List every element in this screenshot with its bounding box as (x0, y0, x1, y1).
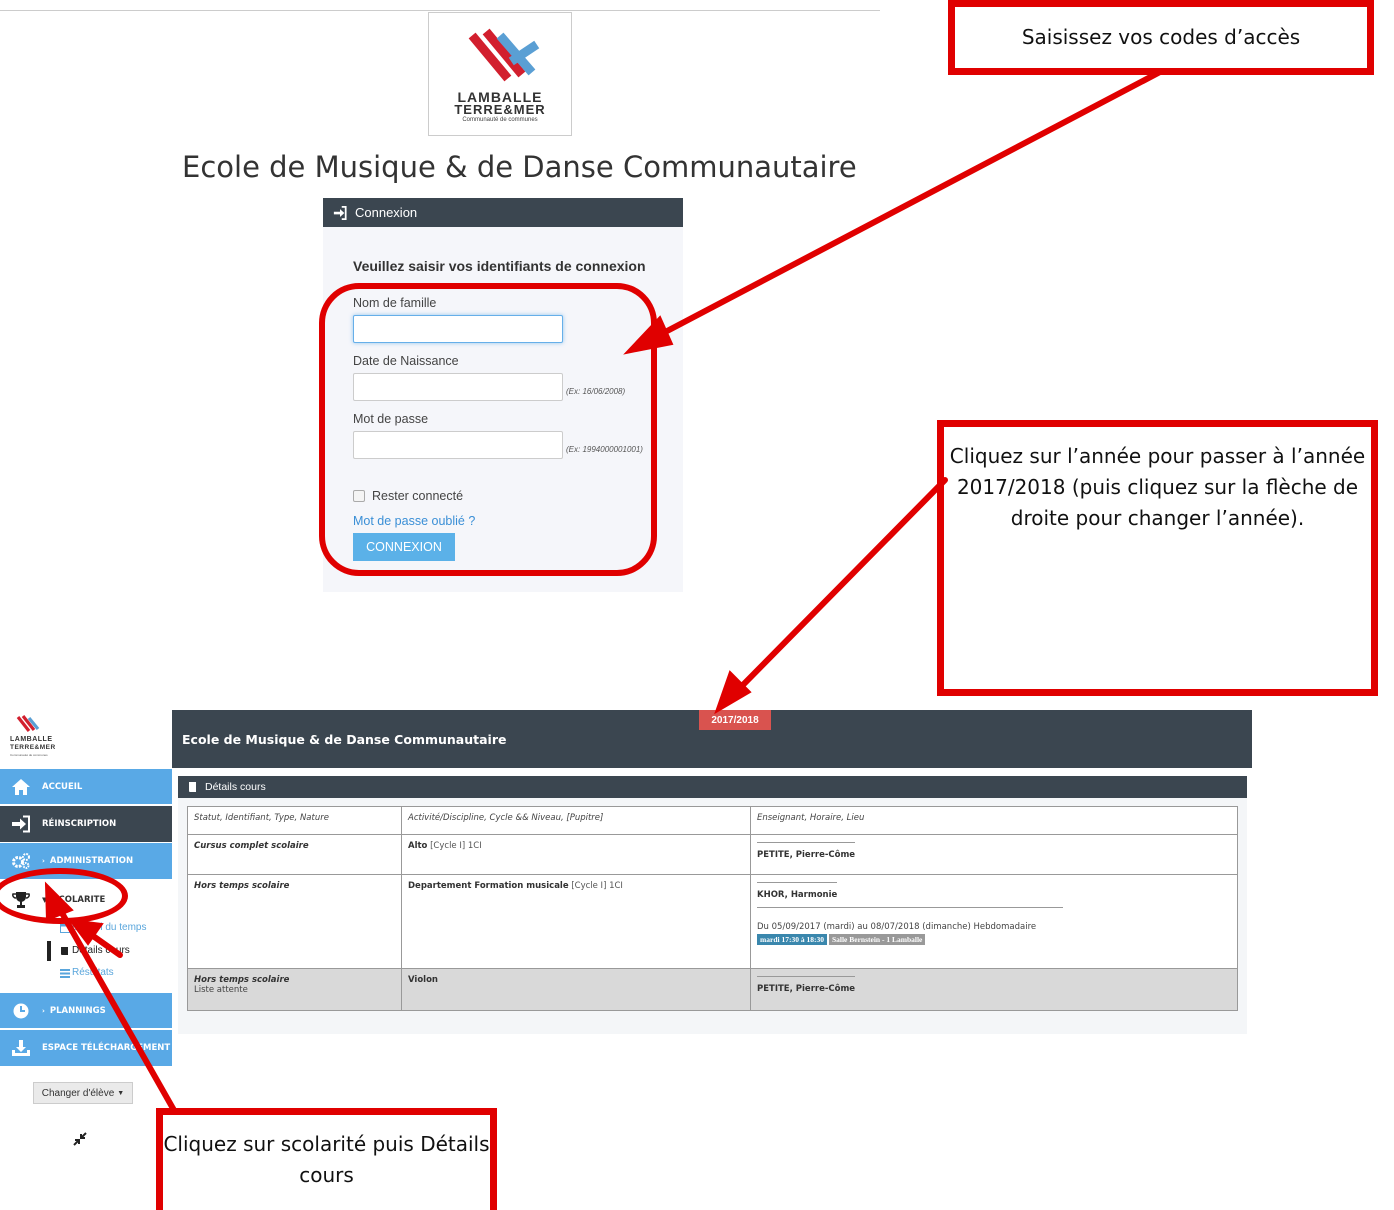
details-table: Statut, Identifiant, Type, Nature Activi… (187, 806, 1238, 1011)
row-activity: Violon (408, 975, 438, 985)
callout-year: Cliquez sur l’année pour passer à l’anné… (937, 420, 1378, 696)
logo-line-3: Communauté de communes (462, 117, 538, 123)
sidebar-item-plannings[interactable]: › PLANNINGS (0, 993, 172, 1028)
login-logo: LAMBALLE TERRE&MER Communauté de commune… (428, 12, 572, 136)
sign-in-icon (333, 205, 347, 220)
login-panel-title: Connexion (355, 205, 418, 220)
login-panel-header: Connexion (323, 198, 683, 227)
lamballe-logo-mark-icon (468, 28, 540, 82)
sidebar-item-label: ESPACE TÉLÉCHARGEMENT (42, 1043, 171, 1053)
row-status: Cursus complet scolaire (194, 841, 309, 851)
sidebar-logo[interactable]: LAMBALLE TERRE&MER Communauté de commune… (10, 714, 60, 762)
book-icon (61, 947, 68, 955)
row-status: Hors temps scolaire (194, 881, 290, 891)
row-teacher: KHOR, Harmonie (757, 882, 838, 900)
top-divider (0, 10, 880, 11)
clock-icon (10, 1002, 32, 1020)
list-icon (60, 969, 70, 978)
row-level: [Cycle I] 1CI (430, 841, 482, 851)
sidebar-item-label: RÉINSCRIPTION (42, 819, 117, 829)
column-header: Statut, Identifiant, Type, Nature (187, 806, 402, 835)
sign-in-icon (10, 815, 32, 833)
login-fields-highlight (319, 283, 657, 576)
callout-scolarite: Cliquez sur scolarité puis Détails cours (156, 1108, 497, 1210)
row-teacher: PETITE, Pierre-Côme (757, 842, 856, 860)
change-student-label: Changer d'élève (41, 1087, 115, 1099)
details-panel-header: Détails cours (178, 776, 1247, 798)
login-subtitle: Veuillez saisir vos identifiants de conn… (353, 258, 646, 274)
calendar-icon (60, 924, 70, 933)
change-student-button[interactable]: Changer d'élève ▼ (33, 1082, 133, 1104)
row-status: Hors temps scolaire (194, 975, 290, 985)
sidebar-logo-line-1: LAMBALLE (10, 736, 53, 743)
active-indicator (47, 941, 51, 961)
sidebar-logo-line-3: Communauté de communes (10, 753, 48, 757)
column-header: Enseignant, Horaire, Lieu (750, 806, 1238, 835)
sidebar-item-espace-telechargement[interactable]: ESPACE TÉLÉCHARGEMENT (0, 1030, 172, 1066)
table-header-row: Statut, Identifiant, Type, Nature Activi… (187, 806, 1238, 835)
table-row: Cursus complet scolaire Alto [Cycle I] 1… (187, 834, 1238, 875)
row-activity: Departement Formation musicale (408, 881, 569, 891)
app-header-title: Ecole de Musique & de Danse Communautair… (182, 732, 507, 747)
row-status-note: Liste attente (194, 985, 248, 995)
sidebar-item-accueil[interactable]: ACCUEIL (0, 769, 172, 804)
home-icon (10, 778, 32, 796)
caret-right-icon: › (42, 857, 45, 865)
row-teacher: PETITE, Pierre-Côme (757, 976, 856, 994)
sidebar-item-label: ACCUEIL (42, 781, 83, 792)
sidebar-item-reinscription[interactable]: RÉINSCRIPTION (0, 806, 172, 842)
sidebar-item-label: ADMINISTRATION (49, 856, 134, 866)
column-header: Activité/Discipline, Cycle && Niveau, [P… (401, 806, 751, 835)
row-level: [Cycle I] 1CI (571, 881, 623, 891)
details-panel-title: Détails cours (205, 781, 266, 793)
school-title: Ecole de Musique & de Danse Communautair… (182, 150, 857, 184)
callout-access-codes: Saisissez vos codes d’accès (948, 0, 1374, 75)
sidebar-item-label: PLANNINGS (49, 1005, 106, 1016)
room-badge: Salle Bernstein - 1 Lamballe (828, 934, 926, 945)
sidebar-subitem-emploi-du-temps[interactable]: Emploi du temps (72, 922, 146, 933)
gears-icon (10, 852, 32, 870)
row-activity: Alto (408, 841, 428, 851)
logo-line-2: TERRE&MER (454, 102, 546, 117)
details-panel: Détails cours Statut, Identifiant, Type,… (178, 776, 1247, 1034)
caret-right-icon: › (42, 1006, 45, 1015)
schedule-badge: mardi 17:30 à 18:30 (757, 934, 827, 945)
sidebar-subitem-details-cours[interactable]: Détails cours (72, 945, 130, 956)
caret-down-icon: ▼ (117, 1089, 125, 1097)
row-period: Du 05/09/2017 (mardi) au 08/07/2018 (dim… (757, 922, 1037, 932)
table-row: Hors temps scolaire Liste attente Violon … (187, 968, 1238, 1011)
table-row: Hors temps scolaire Departement Formatio… (187, 874, 1238, 969)
app-header: Ecole de Musique & de Danse Communautair… (172, 710, 1252, 768)
year-badge[interactable]: 2017/2018 (699, 710, 771, 730)
sidebar-subitem-resultats[interactable]: Résultats (72, 967, 114, 978)
lamballe-logo-mark-icon (16, 715, 40, 732)
download-icon (10, 1039, 32, 1057)
compress-icon[interactable] (73, 1132, 87, 1146)
sidebar-logo-line-2: TERRE&MER (10, 744, 56, 751)
row-separator (757, 907, 1063, 908)
book-icon (189, 782, 196, 792)
